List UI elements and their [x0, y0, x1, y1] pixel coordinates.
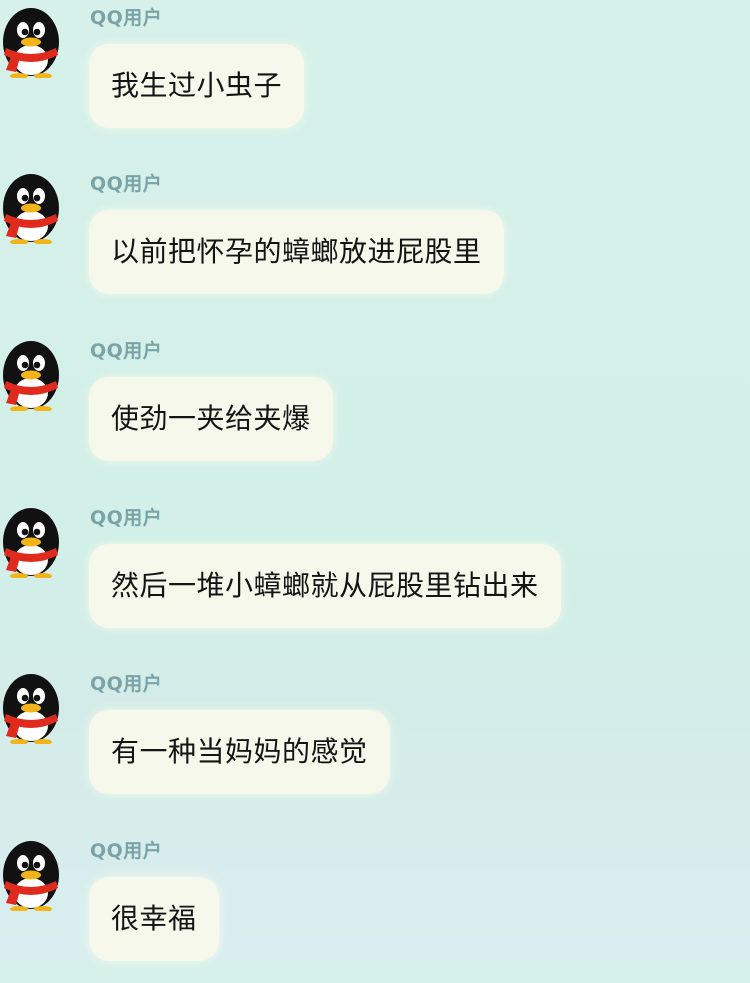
message-row: QQ用户 我生过小虫子	[0, 0, 750, 150]
qq-penguin-avatar-icon[interactable]	[0, 6, 62, 78]
message-bubble[interactable]: 很幸福	[89, 877, 219, 961]
message-row: QQ用户 有一种当妈妈的感觉	[0, 666, 750, 816]
sender-name: QQ用户	[90, 173, 163, 195]
message-text: 我生过小虫子	[111, 69, 283, 102]
sender-name: QQ用户	[90, 7, 163, 29]
message-row: QQ用户 使劲一夹给夹爆	[0, 333, 750, 483]
message-row: QQ用户 然后一堆小蟑螂就从屁股里钻出来	[0, 500, 750, 650]
qq-penguin-avatar-icon[interactable]	[0, 672, 62, 744]
message-text: 然后一堆小蟑螂就从屁股里钻出来	[111, 569, 539, 602]
sender-name: QQ用户	[90, 673, 163, 695]
message-text: 以前把怀孕的蟑螂放进屁股里	[111, 235, 482, 268]
message-bubble[interactable]: 然后一堆小蟑螂就从屁股里钻出来	[89, 544, 561, 628]
message-row: QQ用户 以前把怀孕的蟑螂放进屁股里	[0, 166, 750, 316]
message-text: 使劲一夹给夹爆	[111, 402, 311, 435]
qq-penguin-avatar-icon[interactable]	[0, 506, 62, 578]
chat-message-list[interactable]: QQ用户 我生过小虫子 QQ用户 以前把怀孕的蟑螂放进屁股里 QQ用户 使劲一夹…	[0, 0, 750, 961]
qq-penguin-avatar-icon[interactable]	[0, 172, 62, 244]
sender-name: QQ用户	[90, 840, 163, 862]
qq-penguin-avatar-icon[interactable]	[0, 339, 62, 411]
sender-name: QQ用户	[90, 507, 163, 529]
message-bubble[interactable]: 使劲一夹给夹爆	[89, 377, 333, 461]
message-bubble[interactable]: 有一种当妈妈的感觉	[89, 710, 390, 794]
sender-name: QQ用户	[90, 340, 163, 362]
message-bubble[interactable]: 以前把怀孕的蟑螂放进屁股里	[89, 210, 504, 294]
qq-penguin-avatar-icon[interactable]	[0, 839, 62, 911]
message-text: 很幸福	[111, 902, 197, 935]
message-text: 有一种当妈妈的感觉	[111, 735, 368, 768]
message-bubble[interactable]: 我生过小虫子	[89, 44, 305, 128]
